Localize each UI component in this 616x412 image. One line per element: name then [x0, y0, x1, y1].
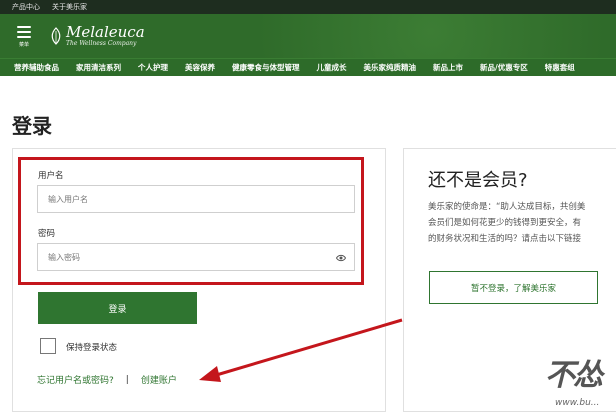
link-separator: |: [125, 374, 129, 385]
brand-tagline: The Wellness Company: [66, 40, 137, 47]
member-description: 美乐家的使命是：“助人达成目标，共创美 会员们是如何花更少的钱得到更安全，有 的…: [428, 199, 616, 247]
nav-item-nutrition[interactable]: 营养辅助食品: [14, 62, 59, 73]
login-button[interactable]: 登录: [38, 292, 197, 324]
topbar-link-products[interactable]: 产品中心: [12, 0, 40, 14]
page-title: 登录: [12, 114, 52, 138]
nav-item-promotions[interactable]: 新品/优惠专区: [480, 62, 528, 73]
account-links: 忘记用户名或密码? | 创建账户: [37, 373, 177, 387]
username-input[interactable]: 输入用户名: [37, 185, 355, 213]
leaf-logo-icon: [51, 27, 61, 45]
member-text-line: 会员们是如何花更少的钱得到更安全，有: [428, 218, 582, 228]
brand-name: Melaleuca: [66, 23, 145, 41]
red-arrow-annotation: [199, 318, 403, 382]
hamburger-icon-bar: [17, 35, 31, 38]
password-label: 密码: [38, 229, 56, 239]
nav-item-personal-care[interactable]: 个人护理: [138, 62, 168, 73]
nav-item-essential-oils[interactable]: 美乐家纯质精油: [364, 62, 417, 73]
remember-label: 保持登录状态: [66, 343, 118, 353]
site-header: 菜单 Melaleuca The Wellness Company: [0, 14, 616, 58]
top-bar: 产品中心 关于美乐家: [0, 0, 616, 14]
username-placeholder: 输入用户名: [48, 194, 88, 204]
nav-item-healthy-snacks[interactable]: 健康零食与体型管理: [232, 62, 300, 73]
member-text-line: 的财务状况和生活的吗？请点击以下链接: [428, 234, 582, 244]
watermark-url: www.bu...: [555, 398, 600, 408]
remember-checkbox[interactable]: [40, 338, 56, 354]
password-input[interactable]: 输入密码: [37, 243, 355, 271]
hamburger-icon: [17, 25, 31, 28]
menu-label: 菜单: [18, 42, 29, 48]
hamburger-icon-bar: [17, 30, 31, 33]
password-placeholder: 输入密码: [48, 252, 80, 262]
member-title: 还不是会员?: [428, 170, 528, 191]
nav-item-bundles[interactable]: 特惠套组: [545, 62, 575, 73]
menu-button[interactable]: 菜单: [4, 24, 44, 48]
category-nav: 营养辅助食品 家用清洁系列 个人护理 美容保养 健康零食与体型管理 儿童成长 美…: [0, 58, 616, 76]
nav-item-cleaning[interactable]: 家用清洁系列: [76, 62, 121, 73]
watermark-logo: 不怂: [545, 358, 603, 393]
nav-item-beauty[interactable]: 美容保养: [185, 62, 215, 73]
member-text-line: 美乐家的使命是：“助人达成目标，共创美: [428, 202, 586, 212]
nav-item-new-products[interactable]: 新品上市: [433, 62, 463, 73]
brand-logo[interactable]: Melaleuca The Wellness Company: [50, 25, 145, 47]
learn-more-button[interactable]: 暂不登录，了解美乐家: [429, 271, 598, 304]
forgot-credentials-link[interactable]: 忘记用户名或密码?: [37, 373, 114, 386]
create-account-link[interactable]: 创建账户: [141, 373, 177, 386]
topbar-link-about[interactable]: 关于美乐家: [52, 0, 87, 14]
username-label: 用户名: [38, 171, 64, 181]
eye-icon[interactable]: [336, 254, 346, 262]
nav-item-kids[interactable]: 儿童成长: [317, 62, 347, 73]
